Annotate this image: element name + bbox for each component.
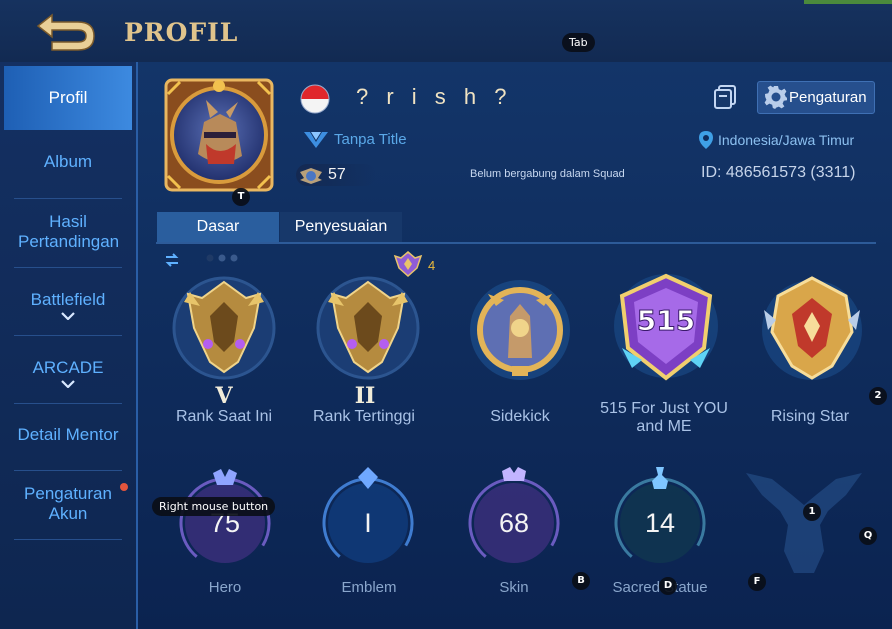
achievement-label: Sidekick	[490, 408, 550, 425]
achievement-label: 515 For Just YOU and ME	[600, 400, 728, 435]
stat-label: Skin	[499, 579, 529, 596]
sidebar-item-profil[interactable]: Profil	[4, 66, 132, 130]
sacred-statue-count: 14	[644, 508, 676, 538]
achievement-label: Rank Tertinggi	[313, 408, 415, 425]
sidebar-divider	[14, 403, 122, 404]
sidebar-item-detail-mentor[interactable]: Detail Mentor	[4, 425, 132, 445]
indonesia-flag-icon	[300, 84, 330, 114]
sidebar-item-label: Detail Mentor	[17, 425, 119, 444]
sidebar-divider	[14, 470, 122, 471]
player-location: Indonesia/Jawa Timur	[718, 132, 855, 148]
location-pin-icon	[699, 131, 713, 149]
keyboard-hint-f: F	[748, 573, 766, 591]
page-title: PROFIL	[124, 18, 239, 47]
sidebar-divider	[14, 267, 122, 268]
sidebar-item-label: Album	[43, 152, 93, 171]
keyboard-hint-t: T	[232, 188, 250, 206]
sidebar-item-label: Battlefield	[30, 290, 106, 309]
back-arrow-icon[interactable]	[30, 12, 100, 52]
player-name: ? r i s h ?	[356, 84, 513, 109]
sidebar-divider	[14, 335, 122, 336]
sidebar-item-label: Profil	[48, 88, 88, 107]
rising-star-medal-icon[interactable]	[748, 270, 876, 390]
rank-emblem-icon[interactable]	[160, 272, 288, 384]
hero-icon	[213, 469, 237, 485]
tab-penyesuaian[interactable]: Penyesuaian	[280, 212, 402, 242]
player-id: ID: 486561573 (3311)	[701, 164, 856, 181]
medal-text: 515	[637, 304, 695, 337]
title-badge-icon	[304, 132, 328, 148]
keyboard-hint-d: D	[659, 577, 677, 595]
tab-underline	[156, 242, 876, 244]
keyboard-hint-q: Q	[859, 527, 877, 545]
swap-icon[interactable]	[164, 252, 180, 268]
skin-count: 68	[498, 508, 530, 538]
keyboard-hint-2: 2	[869, 387, 887, 405]
sidebar-item-label: Hasil Pertandingan	[18, 212, 120, 251]
mythic-count: 4	[428, 258, 436, 273]
tab-dasar[interactable]: Dasar	[157, 212, 279, 242]
copy-icon[interactable]	[713, 84, 739, 110]
sidebar-item-hasil-pertandingan[interactable]: Hasil Pertandingan	[4, 212, 132, 252]
keyboard-hint-tab: Tab	[562, 33, 595, 52]
sidebar: Profil Album Hasil Pertandingan Battlefi…	[0, 62, 138, 629]
player-title: Tanpa Title	[334, 131, 407, 148]
sidebar-item-label: Pengaturan Akun	[24, 484, 112, 523]
sidebar-divider	[14, 539, 122, 540]
achievement-label: Rising Star	[770, 408, 850, 425]
sidebar-divider	[14, 198, 122, 199]
notification-dot	[120, 483, 128, 491]
keyboard-hint-right-mouse: Right mouse button	[152, 497, 276, 516]
rank-emblem-icon[interactable]	[304, 272, 432, 384]
chevron-down-icon	[61, 312, 75, 320]
corner-accent	[804, 0, 892, 4]
keyboard-hint-1: 1	[803, 503, 821, 521]
settings-button-label: Pengaturan	[789, 89, 867, 106]
rank-numeral: V	[215, 383, 233, 409]
sidekick-medal-icon[interactable]	[456, 270, 584, 390]
player-level: 57	[328, 166, 346, 183]
stat-label: Hero	[208, 579, 242, 596]
squad-status: Belum bergabung dalam Squad	[470, 168, 625, 180]
gear-icon	[764, 85, 787, 109]
515-event-medal-icon[interactable]: 515	[602, 268, 730, 392]
stat-label: Emblem	[341, 579, 397, 596]
emblem-count: I	[364, 508, 372, 538]
sidebar-item-album[interactable]: Album	[4, 152, 132, 172]
skin-icon	[502, 467, 526, 481]
avatar[interactable]	[160, 74, 278, 196]
keyboard-hint-b: B	[572, 572, 590, 590]
sidebar-item-arcade[interactable]: ARCADE	[4, 358, 132, 388]
page-indicator	[206, 254, 238, 262]
sidebar-item-label: ARCADE	[32, 358, 104, 377]
rank-numeral: II	[354, 383, 376, 409]
locked-slot-icon	[746, 473, 862, 573]
achievement-label: Rank Saat Ini	[175, 408, 273, 425]
level-wings-icon	[300, 168, 322, 184]
chevron-down-icon	[61, 380, 75, 388]
sidebar-item-battlefield[interactable]: Battlefield	[4, 290, 132, 320]
sidebar-item-pengaturan-akun[interactable]: Pengaturan Akun	[4, 484, 132, 524]
